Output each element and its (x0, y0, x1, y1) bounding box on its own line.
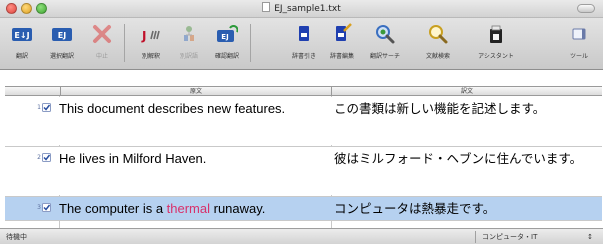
alternative-interpretation-button[interactable]: J 別解釈 (131, 21, 171, 67)
field-select[interactable]: コンピュータ・IT ↕ (475, 231, 597, 243)
svg-text:J: J (141, 29, 146, 43)
target-text[interactable]: コンピュータは熱暴走です。 (332, 197, 602, 219)
svg-text:EJ: EJ (58, 31, 66, 40)
alternative-interpretation-icon: J (141, 29, 160, 43)
target-text[interactable]: 彼はミルフォード・ヘブンに住んでいます。 (332, 147, 602, 169)
table-row[interactable]: 2 He lives in Milford Haven. 彼はミルフォード・ヘブ… (5, 147, 602, 195)
document-search-button[interactable]: 文献検索 (418, 21, 458, 67)
row-number: 2 (37, 154, 41, 161)
translate-button[interactable]: E↓J 翻訳 (2, 21, 42, 67)
source-text[interactable]: He lives in Milford Haven. (59, 147, 327, 169)
dictionary-edit-icon (336, 23, 352, 41)
status-bar: 待機中 コンピュータ・IT ↕ (0, 228, 603, 244)
document-icon (262, 2, 271, 12)
svg-text:EJ: EJ (221, 33, 228, 41)
window-title: EJ_sample1.txt (274, 4, 341, 14)
toolbar: E↓J 翻訳 EJ 選択翻訳 中止 J 別解釈 別訳語 EJ 確認翻訳 辞書引き… (0, 18, 603, 70)
row-number: 1 (37, 104, 41, 111)
source-text[interactable]: This document describes new features. (59, 97, 327, 119)
source-text-before: The computer is a (59, 201, 167, 216)
translate-selection-button[interactable]: EJ 選択翻訳 (42, 21, 82, 67)
translate-ej-icon: E↓J (12, 28, 32, 41)
dictionary-lookup-button[interactable]: 辞書引き (284, 21, 324, 67)
translation-search-label: 翻訳サーチ (369, 53, 400, 60)
confirm-translation-label: 確認翻訳 (214, 53, 239, 60)
dictionary-lookup-icon (299, 26, 309, 41)
status-text: 待機中 (6, 233, 27, 241)
confirm-translation-icon: EJ (217, 25, 238, 42)
window-title-wrap: EJ_sample1.txt (0, 2, 603, 14)
row-number: 3 (37, 204, 41, 211)
checkmark-icon[interactable] (42, 203, 51, 212)
assistant-icon (490, 25, 502, 43)
translation-search-icon (376, 25, 395, 44)
source-text[interactable]: The computer is a thermal runaway. (59, 197, 327, 219)
translation-search-button[interactable]: 翻訳サーチ (365, 21, 405, 67)
source-column-header[interactable]: 原文 (60, 87, 332, 96)
confirm-translation-button[interactable]: EJ 確認翻訳 (207, 21, 247, 67)
table-row[interactable]: 1 This document describes new features. … (5, 97, 602, 145)
translate-selection-icon: EJ (52, 28, 72, 41)
updown-arrows-icon: ↕ (587, 233, 593, 241)
dictionary-edit-button[interactable]: 辞書編集 (322, 21, 362, 67)
alternative-word-icon (184, 26, 194, 41)
toolbar-separator (250, 24, 251, 62)
checkmark-icon[interactable] (42, 153, 51, 162)
document-search-icon (429, 25, 448, 44)
stop-label: 中止 (95, 53, 108, 60)
highlighted-word[interactable]: thermal (167, 201, 210, 216)
table-row-selected[interactable]: 3 The computer is a thermal runaway. コンピ… (5, 197, 602, 220)
document-search-label: 文献検索 (425, 53, 450, 60)
alternative-word-button[interactable]: 別訳語 (169, 21, 209, 67)
checkmark-icon[interactable] (42, 103, 51, 112)
tools-icon (572, 28, 586, 40)
field-select-value: コンピュータ・IT (482, 233, 538, 241)
row-divider (5, 220, 602, 221)
stop-icon (93, 25, 111, 43)
table-header: 原文 訳文 (5, 86, 602, 96)
tools-label: ツール (569, 53, 588, 60)
stop-button[interactable]: 中止 (82, 21, 122, 67)
target-column-header[interactable]: 訳文 (332, 87, 602, 96)
toolbar-toggle-button[interactable] (577, 4, 595, 13)
tools-button[interactable]: ツール (559, 21, 599, 67)
assistant-label: アシスタント (478, 53, 514, 60)
title-bar: EJ_sample1.txt (0, 0, 603, 18)
assistant-button[interactable]: アシスタント (476, 21, 516, 67)
target-text[interactable]: この書類は新しい機能を記述します。 (332, 97, 602, 119)
svg-text:E↓J: E↓J (14, 31, 29, 40)
source-text-after: runaway. (210, 201, 266, 216)
